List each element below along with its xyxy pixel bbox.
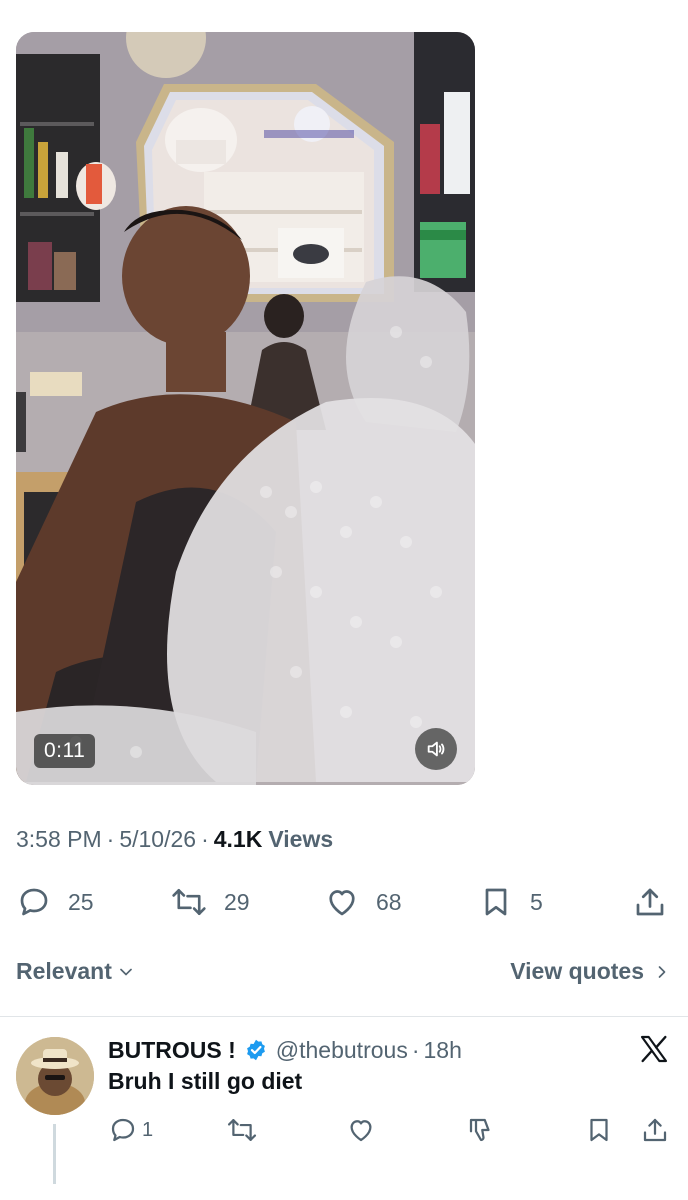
reply-header: BUTROUS ! @thebutrous · 18h	[108, 1034, 462, 1066]
tweet-meta: 3:58 PM · 5/10/26 · 4.1K Views	[16, 826, 333, 853]
repost-icon	[227, 1119, 257, 1141]
separator-dot: ·	[201, 826, 209, 852]
share-button[interactable]	[632, 880, 668, 924]
views-label[interactable]: Views	[268, 826, 333, 853]
reply-time[interactable]: 18h	[424, 1037, 462, 1064]
reply-reply-count: 1	[142, 1118, 154, 1141]
heart-icon	[350, 1120, 372, 1142]
tweet-action-bar: 25 29 68 5	[16, 880, 672, 924]
chevron-right-icon	[658, 965, 666, 978]
video-frame	[16, 32, 475, 785]
like-count: 68	[376, 888, 402, 915]
share-icon	[643, 1118, 667, 1142]
reply-reply-button[interactable]: 1	[108, 1114, 153, 1146]
bookmark-button[interactable]: 5	[478, 880, 543, 924]
verified-badge	[244, 1038, 268, 1062]
video-player[interactable]: 0:11	[16, 32, 475, 785]
verified-icon	[246, 1039, 265, 1061]
tweet-date: 5/10/26	[119, 826, 197, 852]
divider	[0, 1016, 688, 1017]
repost-icon	[172, 888, 206, 916]
bookmark-icon	[590, 1118, 608, 1142]
reply-like-button[interactable]	[346, 1114, 376, 1146]
reply-icon	[111, 1118, 135, 1142]
speaker-muted-icon	[427, 741, 445, 757]
sort-relevant-label: Relevant	[16, 958, 112, 984]
reply-repost-button[interactable]	[226, 1114, 258, 1146]
bookmark-count: 5	[530, 888, 543, 915]
tweet-time: 3:58 PM	[16, 826, 102, 852]
views-count[interactable]: 4.1K	[214, 826, 263, 853]
reply-dislike-button[interactable]	[466, 1114, 496, 1146]
thumbs-down-icon	[469, 1118, 490, 1142]
reply-share-button[interactable]	[640, 1114, 670, 1146]
reply-text: Bruh I still go diet	[108, 1068, 303, 1094]
bookmark-icon	[485, 888, 507, 916]
sort-relevant-dropdown[interactable]: Relevant	[16, 958, 136, 985]
reply-bookmark-button[interactable]	[584, 1114, 614, 1146]
view-quotes-link[interactable]: View quotes	[510, 958, 672, 985]
reply-author-name[interactable]: BUTROUS !	[108, 1037, 236, 1064]
replies-sort-row: Relevant View quotes	[16, 958, 672, 990]
mute-button[interactable]	[415, 728, 457, 770]
view-quotes-label: View quotes	[510, 958, 644, 984]
repost-count: 29	[224, 888, 250, 915]
x-logo-icon	[638, 1033, 670, 1065]
repost-button[interactable]: 29	[170, 880, 250, 924]
share-icon	[636, 888, 664, 916]
avatar-image	[16, 1037, 94, 1115]
separator-dot: ·	[411, 1036, 420, 1063]
reply-count: 25	[68, 888, 94, 915]
chevron-down-icon	[120, 968, 132, 975]
thread-line	[53, 1124, 56, 1184]
video-duration: 0:11	[34, 734, 96, 768]
reply-author-handle[interactable]: @thebutrous	[276, 1037, 408, 1064]
heart-icon	[329, 890, 355, 916]
like-button[interactable]: 68	[324, 880, 402, 924]
avatar[interactable]	[16, 1037, 94, 1115]
separator-dot: ·	[106, 826, 115, 852]
reply-button[interactable]: 25	[16, 880, 94, 924]
reply-icon	[20, 888, 48, 916]
reply-action-bar: 1	[108, 1114, 672, 1146]
